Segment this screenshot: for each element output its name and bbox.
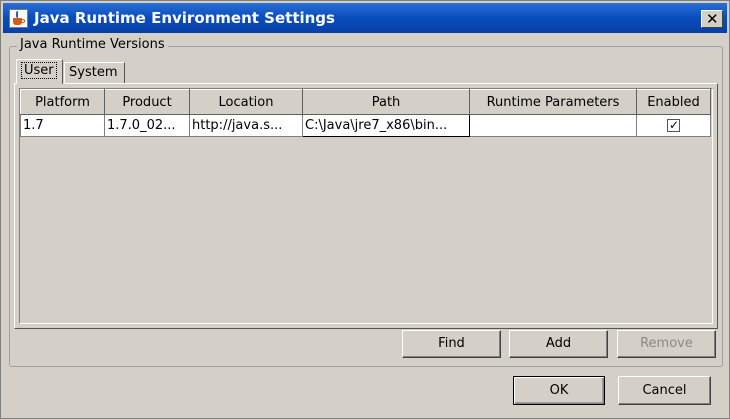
- cell-enabled[interactable]: ✓: [636, 114, 711, 137]
- checkmark-icon: ✓: [669, 118, 680, 132]
- tab-system[interactable]: System: [64, 62, 125, 83]
- cell-product[interactable]: 1.7.0_02...: [104, 114, 190, 137]
- add-button[interactable]: Add: [509, 330, 608, 358]
- table-header-row: Platform Product Location Path Runtime P…: [20, 89, 711, 115]
- ok-button[interactable]: OK: [513, 376, 605, 405]
- group-label: Java Runtime Versions: [17, 37, 168, 52]
- cell-runtime-parameters[interactable]: [469, 114, 637, 137]
- cell-platform[interactable]: 1.7: [20, 114, 105, 137]
- title-bar[interactable]: Java Runtime Environment Settings ✕: [3, 3, 727, 33]
- column-header-location[interactable]: Location: [189, 89, 303, 115]
- table-row[interactable]: 1.7 1.7.0_02... http://java.s... C:\Java…: [20, 114, 711, 137]
- window-title: Java Runtime Environment Settings: [34, 9, 335, 27]
- cell-path[interactable]: C:\Java\jre7_x86\bin...: [302, 114, 470, 137]
- java-cup-icon: [9, 9, 28, 28]
- cancel-button[interactable]: Cancel: [618, 376, 711, 405]
- tab-user[interactable]: User: [16, 59, 63, 84]
- find-button[interactable]: Find: [402, 330, 501, 358]
- enabled-checkbox[interactable]: ✓: [667, 118, 680, 132]
- remove-button[interactable]: Remove: [617, 330, 716, 358]
- jre-settings-dialog: Java Runtime Environment Settings ✕ Java…: [0, 0, 730, 419]
- column-header-platform[interactable]: Platform: [20, 89, 105, 115]
- column-header-runtime-parameters[interactable]: Runtime Parameters: [469, 89, 637, 115]
- cell-location[interactable]: http://java.s...: [189, 114, 303, 137]
- column-header-path[interactable]: Path: [302, 89, 470, 115]
- column-header-product[interactable]: Product: [104, 89, 190, 115]
- jre-table: Platform Product Location Path Runtime P…: [20, 89, 711, 137]
- close-button[interactable]: ✕: [701, 10, 723, 28]
- tab-user-label: User: [21, 62, 57, 79]
- close-icon: ✕: [706, 10, 719, 28]
- tab-system-label: System: [69, 65, 118, 80]
- column-header-enabled[interactable]: Enabled: [636, 89, 711, 115]
